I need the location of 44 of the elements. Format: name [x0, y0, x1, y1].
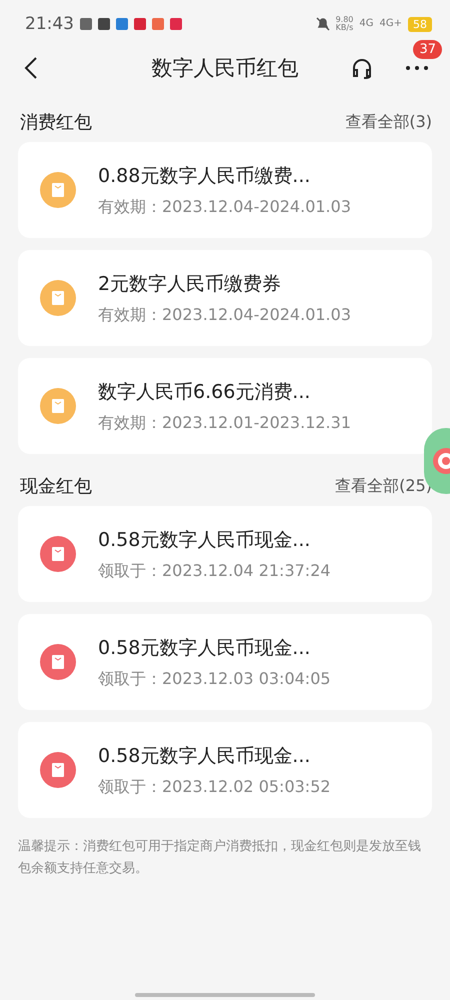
envelope-icon	[40, 280, 76, 316]
coupon-card[interactable]: 2元数字人民币缴费券 有效期：2023.12.04-2024.01.03	[18, 250, 432, 346]
packet-title: 2元数字人民币缴费券	[98, 272, 282, 296]
app-icon	[152, 18, 164, 30]
coupon-card[interactable]: 数字人民币6.66元消费... 有效期：2023.12.01-2023.12.31	[18, 358, 432, 454]
network-type: 4G	[359, 19, 374, 29]
back-icon[interactable]	[24, 56, 38, 80]
coupon-card[interactable]: 0.88元数字人民币缴费... 有效期：2023.12.04-2024.01.03	[18, 142, 432, 238]
notification-badge: 37	[413, 40, 442, 59]
app-icon	[134, 18, 146, 30]
section-title: 消费红包	[19, 111, 92, 134]
speed-unit: KB/s	[336, 24, 354, 32]
packet-date: 领取于：2023.12.04 21:37:24	[98, 560, 331, 582]
packet-title: 0.88元数字人民币缴费...	[98, 164, 312, 188]
packet-date: 有效期：2023.12.01-2023.12.31	[98, 412, 351, 434]
coupon-card[interactable]: 0.58元数字人民币现金... 领取于：2023.12.02 05:03:52	[18, 722, 432, 818]
envelope-icon	[40, 388, 76, 424]
network-type: 4G+	[380, 19, 402, 29]
packet-date: 有效期：2023.12.04-2024.01.03	[98, 196, 351, 218]
packet-title: 数字人民币6.66元消费...	[98, 380, 312, 404]
battery-level: 58	[408, 16, 432, 32]
packet-date: 有效期：2023.12.04-2024.01.03	[98, 304, 351, 326]
envelope-icon	[40, 536, 76, 572]
packet-title: 0.58元数字人民币现金...	[98, 528, 312, 552]
envelope-icon	[40, 172, 76, 208]
view-all-link[interactable]: 查看全部(3)	[345, 112, 432, 132]
coupon-card[interactable]: 0.58元数字人民币现金... 领取于：2023.12.04 21:37:24	[18, 506, 432, 602]
app-icon	[116, 18, 128, 30]
packet-title: 0.58元数字人民币现金...	[98, 744, 312, 768]
page-title: 数字人民币红包	[152, 55, 298, 82]
envelope-icon	[40, 752, 76, 788]
coupon-card[interactable]: 0.58元数字人民币现金... 领取于：2023.12.03 03:04:05	[18, 614, 432, 710]
network-speed: 9.80	[336, 16, 354, 24]
packet-date: 领取于：2023.12.02 05:03:52	[98, 776, 331, 798]
more-icon[interactable]	[405, 65, 429, 71]
section-title: 现金红包	[19, 475, 92, 498]
packet-title: 0.58元数字人民币现金...	[98, 636, 312, 660]
headset-icon[interactable]	[350, 56, 374, 80]
envelope-icon	[40, 644, 76, 680]
clock-time: 21:43	[25, 14, 74, 34]
app-icon	[170, 18, 182, 30]
tip-text: 温馨提示：消费红包可用于指定商户消费抵扣，现金红包则是发放至钱包余额支持任意交易。	[18, 838, 422, 878]
packet-date: 领取于：2023.12.03 03:04:05	[98, 668, 331, 690]
mute-bell-icon	[316, 17, 330, 31]
